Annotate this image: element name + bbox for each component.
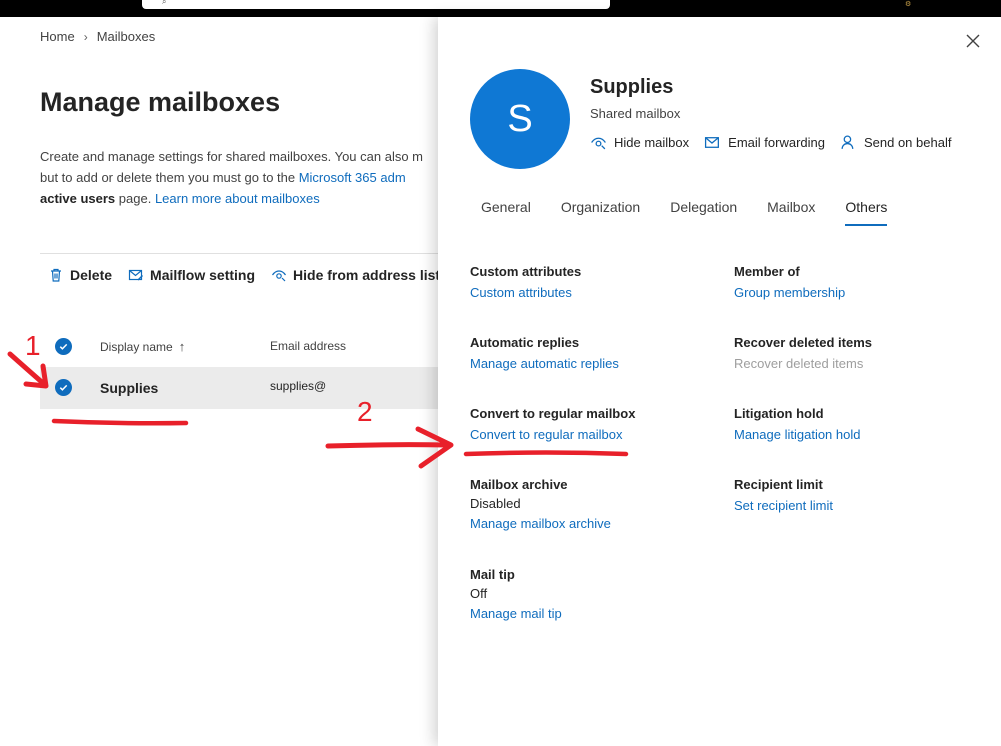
display-name-header-label: Display name	[100, 339, 173, 354]
delete-button[interactable]: Delete	[48, 267, 112, 283]
mailboxes-page: Home › Mailboxes Manage mailboxes Create…	[0, 17, 440, 746]
automatic-replies-section: Automatic replies Manage automatic repli…	[470, 335, 619, 371]
convert-section: Convert to regular mailbox Convert to re…	[470, 406, 635, 442]
desc-line-3: active users page. Learn more about mail…	[40, 188, 438, 209]
manage-automatic-replies-link[interactable]: Manage automatic replies	[470, 356, 619, 371]
mailbox-archive-section: Mailbox archive Disabled Manage mailbox …	[470, 477, 611, 531]
send-on-behalf-button[interactable]: Send on behalf	[840, 134, 951, 151]
person-icon	[841, 135, 854, 149]
search-box[interactable]: ⌕	[142, 0, 610, 9]
annotation-step-2: 2	[357, 396, 373, 427]
panel-tabs: General Organization Delegation Mailbox …	[470, 199, 917, 226]
breadcrumb-home[interactable]: Home	[40, 29, 75, 44]
mail-settings-icon	[128, 269, 144, 281]
top-bar: ⌕ ⚙	[0, 0, 1001, 17]
annotation-step-1: 1	[25, 330, 41, 361]
desc-line-1: Create and manage settings for shared ma…	[40, 149, 424, 164]
mailbox-archive-status: Disabled	[470, 496, 521, 511]
hide-mailbox-label: Hide mailbox	[614, 135, 690, 150]
desc-line-2: but to add or delete them you must go to…	[40, 167, 438, 188]
hide-from-address-list-button[interactable]: Hide from address list	[271, 267, 440, 283]
group-membership-link[interactable]: Group membership	[734, 285, 845, 300]
eye-hide-icon	[272, 270, 287, 282]
recover-deleted-items-disabled: Recover deleted items	[734, 356, 864, 371]
close-icon[interactable]	[964, 32, 982, 50]
custom-attributes-link[interactable]: Custom attributes	[470, 285, 581, 300]
mailflow-label: Mailflow setting	[150, 267, 256, 283]
manage-mail-tip-link[interactable]: Manage mail tip	[470, 606, 562, 621]
custom-attributes-section: Custom attributes Custom attributes	[470, 264, 581, 300]
m365-admin-link[interactable]: Microsoft 365 adm	[299, 170, 406, 185]
mailbox-archive-heading: Mailbox archive	[470, 477, 568, 492]
row-email: supplies@	[270, 379, 327, 393]
delete-label: Delete	[70, 267, 113, 283]
tab-mailbox[interactable]: Mailbox	[767, 199, 815, 226]
avatar: S	[470, 69, 570, 169]
recipient-limit-heading: Recipient limit	[734, 477, 823, 492]
search-icon: ⌕	[162, 0, 167, 6]
breadcrumb: Home › Mailboxes	[40, 29, 155, 44]
manage-litigation-hold-link[interactable]: Manage litigation hold	[734, 427, 860, 442]
row-checkbox[interactable]	[55, 379, 72, 396]
tab-organization[interactable]: Organization	[561, 199, 640, 226]
member-of-section: Member of Group membership	[734, 264, 845, 300]
checkmark-icon	[59, 384, 68, 391]
checkmark-icon	[59, 343, 68, 350]
mail-tip-section: Mail tip Off Manage mail tip	[470, 567, 562, 621]
recover-deleted-section: Recover deleted items Recover deleted it…	[734, 335, 872, 371]
table-row[interactable]: Supplies supplies@	[40, 367, 440, 409]
settings-icon[interactable]: ⚙	[905, 0, 911, 8]
mail-tip-status: Off	[470, 586, 488, 601]
desc-line-3-text: page.	[115, 191, 155, 206]
member-of-heading: Member of	[734, 264, 800, 279]
send-on-behalf-label: Send on behalf	[863, 135, 952, 150]
divider	[40, 253, 440, 254]
tab-general[interactable]: General	[481, 199, 531, 226]
mailbox-details-panel: S Supplies Shared mailbox Hide mailbox E…	[438, 17, 1001, 746]
learn-more-link[interactable]: Learn more about mailboxes	[155, 191, 320, 206]
trash-icon	[51, 268, 61, 282]
mail-tip-heading: Mail tip	[470, 567, 515, 582]
mail-forward-icon	[705, 137, 720, 148]
toolbar: Delete Mailflow setting Hide from addres…	[48, 267, 440, 283]
panel-subtitle: Shared mailbox	[590, 106, 681, 121]
hide-mailbox-button[interactable]: Hide mailbox	[590, 134, 689, 151]
hide-label: Hide from address list	[293, 267, 441, 283]
email-address-column-header[interactable]: Email address	[270, 339, 346, 353]
recover-deleted-heading: Recover deleted items	[734, 335, 873, 350]
panel-title: Supplies	[590, 76, 674, 98]
automatic-replies-heading: Automatic replies	[470, 335, 580, 350]
eye-hide-icon	[591, 137, 606, 150]
row-display-name[interactable]: Supplies	[100, 380, 158, 396]
select-all-checkbox[interactable]	[55, 338, 72, 355]
sort-arrow-up-icon: ↑	[178, 339, 186, 354]
panel-actions: Hide mailbox Email forwarding Send on be…	[590, 134, 951, 151]
litigation-hold-heading: Litigation hold	[734, 406, 824, 421]
breadcrumb-current: Mailboxes	[96, 29, 156, 44]
convert-heading: Convert to regular mailbox	[470, 406, 636, 421]
tab-delegation[interactable]: Delegation	[670, 199, 737, 226]
chevron-right-icon: ›	[83, 29, 88, 44]
table-header: Display name ↑ Email address	[40, 329, 440, 365]
page-title: Manage mailboxes	[40, 87, 281, 117]
convert-to-regular-mailbox-link[interactable]: Convert to regular mailbox	[470, 427, 635, 442]
set-recipient-limit-link[interactable]: Set recipient limit	[734, 498, 833, 513]
display-name-column-header[interactable]: Display name ↑	[100, 339, 185, 354]
tab-others[interactable]: Others	[845, 199, 888, 226]
custom-attributes-heading: Custom attributes	[470, 264, 582, 279]
page-description: Create and manage settings for shared ma…	[40, 146, 450, 209]
mailflow-setting-button[interactable]: Mailflow setting	[128, 267, 255, 283]
manage-mailbox-archive-link[interactable]: Manage mailbox archive	[470, 516, 611, 531]
email-forwarding-label: Email forwarding	[728, 135, 825, 150]
litigation-hold-section: Litigation hold Manage litigation hold	[734, 406, 860, 442]
active-users-text: active users	[40, 191, 116, 206]
email-forwarding-button[interactable]: Email forwarding	[704, 134, 825, 151]
desc-line-2-text: but to add or delete them you must go to…	[40, 170, 299, 185]
recipient-limit-section: Recipient limit Set recipient limit	[734, 477, 833, 513]
